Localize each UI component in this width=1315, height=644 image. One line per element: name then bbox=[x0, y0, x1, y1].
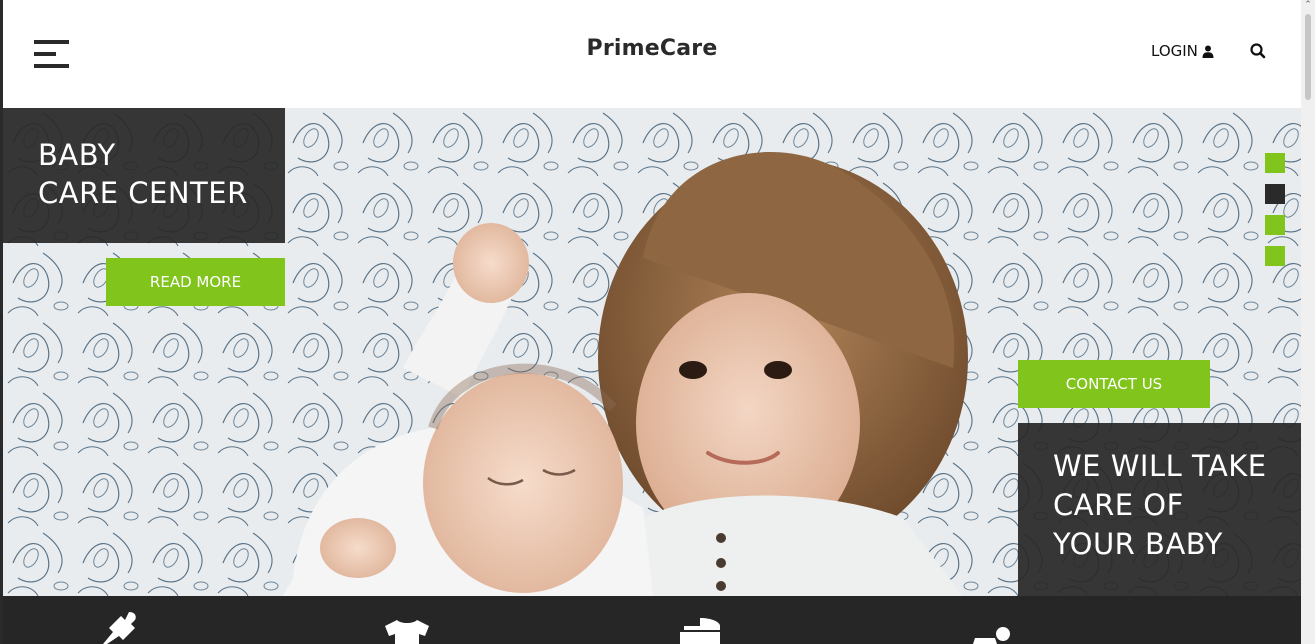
contact-us-button[interactable]: CONTACT US bbox=[1018, 360, 1210, 408]
login-link[interactable]: LOGIN bbox=[1151, 42, 1214, 60]
hamburger-line bbox=[34, 64, 69, 68]
slider-dot-3[interactable] bbox=[1265, 215, 1285, 235]
tagline-line3: YOUR BABY bbox=[1053, 527, 1223, 561]
login-label: LOGIN bbox=[1151, 42, 1198, 60]
baby-onesie-icon bbox=[385, 620, 429, 644]
brand-logo[interactable]: PrimeCare bbox=[3, 36, 1301, 61]
hero-title-panel: BABY CARE CENTER bbox=[3, 108, 285, 243]
search-button[interactable] bbox=[1248, 41, 1268, 61]
hero-title-line1: BABY bbox=[38, 138, 116, 172]
slider-dot-4[interactable] bbox=[1265, 246, 1285, 266]
tagline-line2: CARE OF bbox=[1053, 488, 1184, 522]
baby-bottle-icon bbox=[103, 612, 136, 644]
baby-stroller-icon bbox=[680, 618, 720, 644]
user-icon bbox=[1202, 45, 1214, 58]
slider-dot-1[interactable] bbox=[1265, 153, 1285, 173]
hero-tagline: WE WILL TAKE CARE OF YOUR BABY bbox=[1053, 447, 1267, 564]
hero-tagline-panel: WE WILL TAKE CARE OF YOUR BABY bbox=[1018, 423, 1301, 596]
read-more-button[interactable]: READ MORE bbox=[106, 258, 285, 306]
vertical-scrollbar[interactable]: ⌃ bbox=[1301, 0, 1315, 644]
slider-pagination bbox=[1265, 153, 1285, 277]
slider-dot-2[interactable] bbox=[1265, 184, 1285, 204]
scroll-up-icon[interactable]: ⌃ bbox=[1304, 0, 1312, 10]
scrollbar-thumb[interactable] bbox=[1305, 14, 1311, 100]
crawling-baby-icon bbox=[973, 627, 1010, 644]
hero-title-line2: CARE CENTER bbox=[38, 176, 248, 210]
search-icon bbox=[1250, 43, 1266, 59]
tagline-line1: WE WILL TAKE bbox=[1053, 449, 1267, 483]
site-header: PrimeCare LOGIN bbox=[3, 0, 1301, 108]
hero-title: BABY CARE CENTER bbox=[38, 136, 248, 212]
features-bar bbox=[3, 596, 1301, 644]
